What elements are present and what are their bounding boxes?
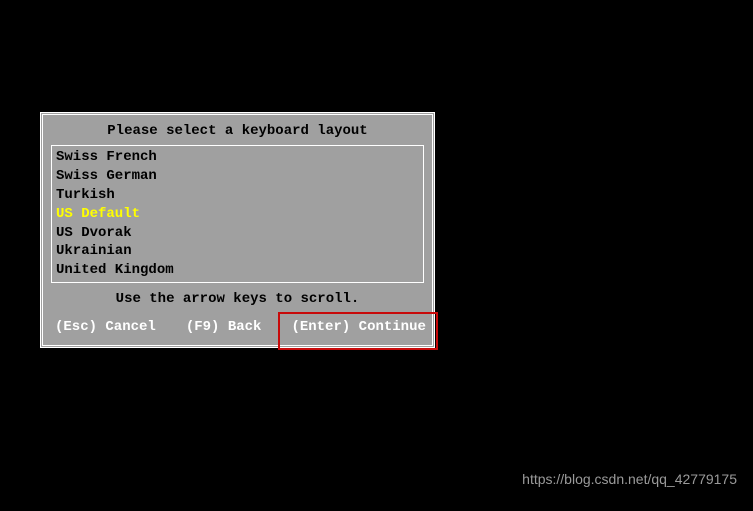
back-action[interactable]: (F9) Back xyxy=(186,319,262,335)
dialog-actions: (Esc) Cancel (F9) Back (Enter) Continue xyxy=(49,317,426,337)
list-item-selected[interactable]: US Default xyxy=(56,205,419,224)
continue-action[interactable]: (Enter) Continue xyxy=(291,319,425,335)
cancel-action[interactable]: (Esc) Cancel xyxy=(55,319,156,335)
watermark-text: https://blog.csdn.net/qq_42779175 xyxy=(522,471,737,487)
list-item[interactable]: United Kingdom xyxy=(56,261,419,280)
list-item[interactable]: US Dvorak xyxy=(56,224,419,243)
list-item[interactable]: Ukrainian xyxy=(56,242,419,261)
list-item[interactable]: Turkish xyxy=(56,186,419,205)
keyboard-layout-dialog: Please select a keyboard layout Swiss Fr… xyxy=(40,112,435,348)
list-item[interactable]: Swiss German xyxy=(56,167,419,186)
list-item[interactable]: Swiss French xyxy=(56,148,419,167)
keyboard-layout-listbox[interactable]: Swiss French Swiss German Turkish US Def… xyxy=(51,145,424,283)
dialog-title: Please select a keyboard layout xyxy=(49,119,426,145)
scroll-hint: Use the arrow keys to scroll. xyxy=(49,283,426,317)
